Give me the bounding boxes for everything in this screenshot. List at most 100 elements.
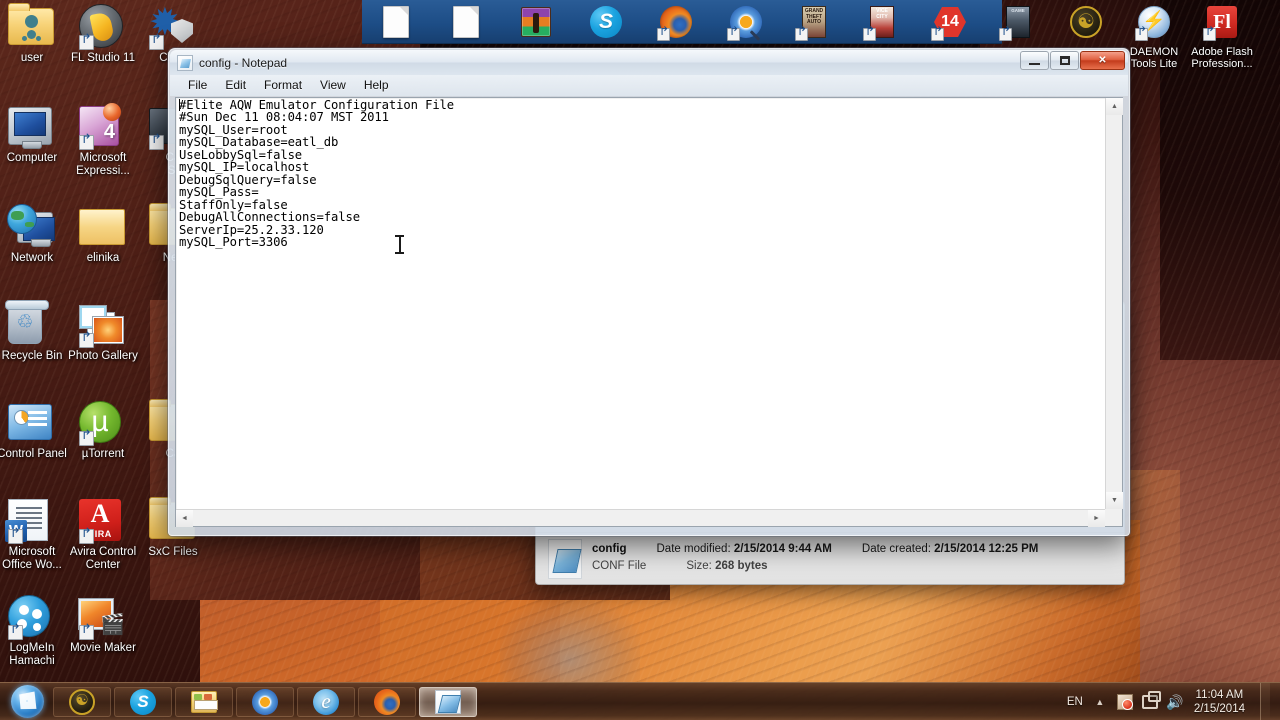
minimize-button[interactable] bbox=[1020, 51, 1049, 70]
desktop-icon-label: FL Studio 11 bbox=[71, 52, 135, 64]
taskbar-button-internet-explorer[interactable] bbox=[297, 686, 355, 717]
taskbar-button-skype[interactable]: S bbox=[114, 686, 172, 717]
shortcut-overlay-icon bbox=[79, 333, 94, 348]
notepad-icon bbox=[435, 689, 461, 715]
detail-date-created: Date created: 2/15/2014 12:25 PM bbox=[861, 543, 1039, 555]
notepad-text-area[interactable]: #Elite AQW Emulator Configuration File #… bbox=[175, 97, 1123, 527]
dock-item-daemon-tools[interactable]: DAEMON Tools Lite bbox=[1126, 2, 1182, 70]
dock-item-label: Adobe Flash Profession... bbox=[1191, 46, 1253, 70]
show-desktop-button[interactable] bbox=[1260, 682, 1270, 720]
menu-help[interactable]: Help bbox=[355, 76, 398, 95]
taskbar-button-firefox[interactable] bbox=[358, 686, 416, 717]
clock[interactable]: 11:04 AM 2/15/2014 bbox=[1194, 688, 1245, 716]
detail-date-modified: Date modified: 2/15/2014 9:44 AM bbox=[656, 543, 832, 555]
desktop-icon-label: Photo Gallery bbox=[68, 350, 138, 362]
desktop[interactable]: user FL Studio 11 Chea Computer Microsof… bbox=[0, 0, 1280, 720]
desktop-icon-movie-maker[interactable]: Movie Maker bbox=[66, 592, 140, 655]
dock-item-dragon-emblem[interactable] bbox=[1058, 2, 1114, 42]
menu-edit[interactable]: Edit bbox=[216, 76, 255, 95]
shortcut-overlay-icon bbox=[1135, 28, 1148, 41]
photo-gallery-icon bbox=[79, 300, 127, 348]
adobe-flash-icon: Fl bbox=[1203, 5, 1239, 41]
desktop-icon-recycle-bin[interactable]: Recycle Bin bbox=[0, 300, 69, 363]
start-button[interactable] bbox=[4, 685, 50, 719]
taskbar-button-sun-app[interactable] bbox=[236, 686, 294, 717]
firefox-icon bbox=[374, 688, 400, 715]
detail-size: Size: 268 bytes bbox=[686, 560, 768, 572]
dock-item-dark-game[interactable]: GAME bbox=[990, 2, 1046, 42]
shortcut-overlay-icon bbox=[8, 625, 23, 640]
dock-item-adobe-flash[interactable]: Fl Adobe Flash Profession... bbox=[1191, 2, 1253, 70]
vertical-scrollbar[interactable]: ▲ ▼ bbox=[1105, 98, 1123, 509]
desktop-icon-elinika[interactable]: elinika bbox=[66, 202, 140, 265]
desktop-icon-label: Control Panel bbox=[0, 448, 67, 460]
dock-item-skype[interactable]: S bbox=[578, 2, 634, 42]
language-indicator[interactable]: EN bbox=[1067, 696, 1083, 708]
dock-item-gta-san-andreas[interactable]: GRAND THEFT AUTO bbox=[786, 2, 842, 42]
network-icon bbox=[7, 202, 56, 250]
blank-document-icon bbox=[449, 5, 483, 39]
menu-view[interactable]: View bbox=[311, 76, 355, 95]
desktop-icon-label: Movie Maker bbox=[70, 642, 136, 654]
scroll-up-button[interactable]: ▲ bbox=[1106, 98, 1123, 115]
desktop-icon-control-panel[interactable]: Control Panel bbox=[0, 398, 69, 461]
dock-item-gta-vice-city[interactable]: VICE CITY bbox=[854, 2, 910, 42]
dock-item-firefox[interactable] bbox=[648, 2, 704, 42]
taskbar-button-file-explorer[interactable] bbox=[175, 686, 233, 717]
desktop-icon-hamachi[interactable]: LogMeIn Hamachi bbox=[0, 592, 69, 668]
scroll-right-button[interactable]: ► bbox=[1088, 510, 1105, 527]
menu-file[interactable]: File bbox=[179, 76, 216, 95]
menu-format[interactable]: Format bbox=[255, 76, 311, 95]
desktop-icon-label: user bbox=[20, 52, 44, 64]
dock-item-document-2[interactable] bbox=[438, 2, 494, 42]
dock-item-nero[interactable]: 14 bbox=[922, 2, 978, 42]
taskbar-button-notepad[interactable] bbox=[419, 686, 477, 717]
conf-file-icon bbox=[548, 538, 582, 579]
shortcut-overlay-icon bbox=[149, 135, 164, 150]
notepad-text-content[interactable]: #Elite AQW Emulator Configuration File #… bbox=[179, 99, 1103, 507]
daemon-tools-icon bbox=[1135, 5, 1171, 41]
dock-item-sun-app[interactable] bbox=[718, 2, 774, 42]
dock-item-winrar[interactable] bbox=[508, 2, 564, 42]
scroll-left-button[interactable]: ◄ bbox=[176, 510, 193, 527]
system-tray[interactable]: EN ▲ 🔊 11:04 AM 2/15/2014 bbox=[1067, 682, 1280, 720]
desktop-icon-network[interactable]: Network bbox=[0, 202, 69, 265]
desktop-icon-label: elinika bbox=[86, 252, 120, 264]
horizontal-scrollbar[interactable]: ◄ ► bbox=[176, 509, 1105, 527]
desktop-icon-avira[interactable]: Avira Control Center bbox=[66, 496, 140, 572]
notepad-menu-bar[interactable]: File Edit Format View Help bbox=[170, 75, 1128, 96]
scroll-down-button[interactable]: ▼ bbox=[1106, 492, 1123, 509]
network-icon[interactable] bbox=[1141, 690, 1161, 710]
notepad-window[interactable]: config - Notepad ✕ File Edit Format View… bbox=[168, 48, 1130, 536]
desktop-icon-ms-expression[interactable]: Microsoft Expressi... bbox=[66, 102, 140, 178]
desktop-icon-ms-word[interactable]: Microsoft Office Wo... bbox=[0, 496, 69, 572]
shortcut-overlay-icon bbox=[657, 28, 670, 41]
skype-icon: S bbox=[589, 5, 623, 39]
dark-game-icon: GAME bbox=[999, 5, 1035, 41]
windows-taskbar[interactable]: S EN ▲ 🔊 11:04 AM 2/15/2014 bbox=[0, 682, 1280, 720]
desktop-icon-label: Microsoft Office Wo... bbox=[2, 546, 62, 571]
file-explorer-icon bbox=[191, 689, 218, 715]
desktop-icon-photo-gallery[interactable]: Photo Gallery bbox=[66, 300, 140, 363]
desktop-icon-computer[interactable]: Computer bbox=[0, 102, 69, 165]
window-controls[interactable]: ✕ bbox=[1020, 51, 1125, 70]
volume-icon[interactable]: 🔊 bbox=[1166, 694, 1183, 710]
desktop-icon-label: µTorrent bbox=[81, 448, 125, 460]
dock-item-document-1[interactable] bbox=[368, 2, 424, 42]
firefox-icon bbox=[657, 5, 693, 41]
notepad-title-bar[interactable]: config - Notepad ✕ bbox=[170, 50, 1128, 75]
top-dock[interactable]: S GRANDTHEFTAUTO VICECITY bbox=[0, 0, 1280, 70]
folder-icon bbox=[79, 202, 127, 250]
desktop-icon-utorrent[interactable]: µTorrent bbox=[66, 398, 140, 461]
minimize-icon bbox=[1029, 63, 1040, 65]
shortcut-overlay-icon bbox=[79, 135, 94, 150]
action-center-icon[interactable] bbox=[1116, 693, 1133, 710]
show-hidden-icons-button[interactable]: ▲ bbox=[1092, 694, 1108, 710]
maximize-button[interactable] bbox=[1050, 51, 1079, 70]
taskbar-button-dragon-app[interactable] bbox=[53, 686, 111, 717]
nero-14-icon: 14 bbox=[931, 5, 967, 41]
dragon-emblem-icon bbox=[1069, 5, 1103, 39]
desktop-icon-label: Network bbox=[10, 252, 54, 264]
desktop-icon-label: SxC Files bbox=[148, 546, 198, 558]
detail-file-name: config bbox=[592, 543, 627, 555]
